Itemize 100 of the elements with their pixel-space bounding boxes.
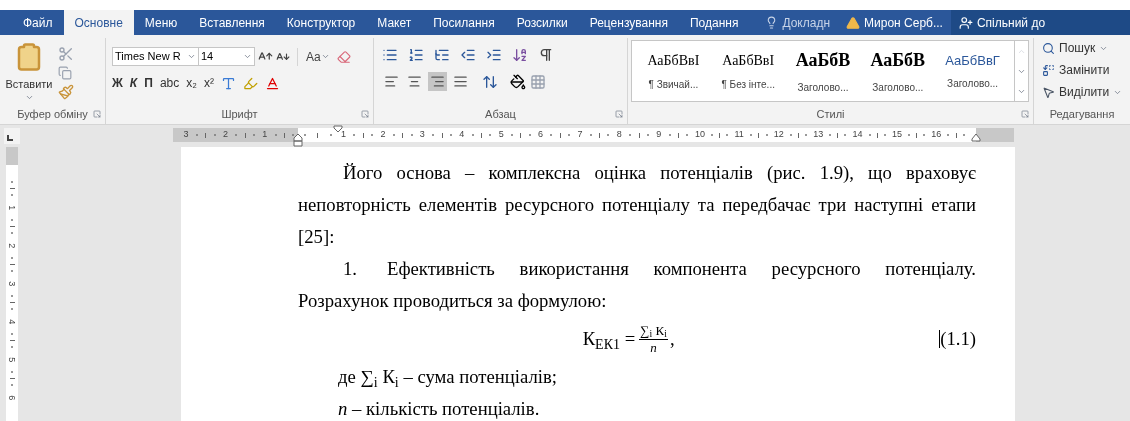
ruler-number: 3 [183, 128, 189, 142]
ribbon-tab[interactable]: Подання [678, 10, 750, 35]
pointer-icon [1042, 85, 1055, 99]
align-right-button[interactable] [428, 72, 447, 91]
ruler-number: 16 [931, 128, 942, 142]
ribbon-tab[interactable]: Конструктор [275, 10, 367, 35]
ribbon-tab[interactable]: Основне [63, 10, 134, 35]
formula-denominator: n [650, 339, 657, 356]
ribbon-tab[interactable]: Файл [12, 10, 64, 35]
format-button[interactable]: П [144, 74, 153, 92]
style-item[interactable]: АаБбВ Заголово... [860, 47, 936, 95]
right-indent-marker[interactable] [971, 133, 981, 142]
copy-icon[interactable] [58, 66, 72, 80]
multilevel-list-icon[interactable] [434, 47, 450, 63]
font-name-field[interactable]: Times New R [112, 47, 199, 66]
bullets-icon[interactable] [382, 47, 398, 63]
ruler-number: 1 [6, 205, 19, 211]
ruler-number: 12 [773, 128, 784, 142]
replace-icon [1042, 63, 1055, 77]
ribbon-tab[interactable]: Меню [133, 10, 189, 35]
tell-me-button[interactable]: Докладн [757, 10, 839, 35]
ruler-number: 4 [6, 319, 19, 325]
eraser-icon[interactable] [336, 49, 351, 64]
ruler-number: 9 [656, 128, 662, 142]
user-plus-icon [958, 15, 973, 30]
ruler-number: 15 [891, 128, 902, 142]
ribbon-tab[interactable]: Розсилки [505, 10, 579, 35]
group-label: Буфер обміну [17, 106, 88, 122]
definition-line: n – кількість потенціалів. [337, 397, 541, 421]
font-color-icon[interactable] [264, 75, 280, 91]
ruler-number: 1 [262, 128, 268, 142]
group-label: Редагування [1049, 106, 1115, 122]
style-item[interactable]: АаБбВвІ ¶ Без інте... [710, 50, 786, 92]
increase-indent-icon[interactable] [486, 47, 502, 63]
group-label: Шрифт [221, 106, 258, 122]
ruler-number: 6 [6, 395, 19, 401]
group-label: Абзац [485, 106, 516, 122]
ribbon-tab[interactable]: Посилання [422, 10, 506, 35]
search-icon [1042, 41, 1055, 55]
format-button[interactable]: К [129, 74, 138, 92]
ruler-number: 7 [577, 128, 583, 142]
left-indent-marker[interactable] [293, 133, 303, 147]
editing-button[interactable]: Пошук [1042, 39, 1123, 57]
font-size-field[interactable]: 14 [198, 47, 255, 66]
sort-icon[interactable] [512, 47, 528, 63]
equation-number: (1.1) [940, 327, 976, 351]
ruler-number: 4 [459, 128, 465, 142]
gallery-scrollbar[interactable] [1015, 40, 1029, 102]
ruler-corner-button[interactable] [4, 128, 20, 144]
ruler-number: 13 [813, 128, 824, 142]
paintbrush-icon[interactable] [58, 84, 74, 100]
numbering-icon[interactable] [408, 47, 424, 63]
ruler-number: 14 [852, 128, 863, 142]
ruler-number: 3 [419, 128, 425, 142]
editing-button[interactable]: Замінити [1042, 61, 1123, 79]
paste-button[interactable]: Вставити [4, 42, 54, 104]
dialog-launcher-icon[interactable] [93, 110, 101, 118]
share-button[interactable]: Спільний до [950, 10, 1130, 35]
line-spacing-icon[interactable] [482, 73, 498, 90]
style-item[interactable]: АаБбВвГ Заголово... [935, 50, 1010, 92]
ruler-number: 2 [6, 243, 19, 249]
pilcrow-icon[interactable] [538, 47, 554, 63]
format-button[interactable]: x₂ [186, 74, 197, 92]
style-item[interactable]: АаБбВ Заголово... [785, 47, 861, 95]
format-button[interactable]: x² [203, 74, 214, 92]
text-effects-icon[interactable] [220, 75, 236, 91]
ribbon-tab[interactable]: Макет [366, 10, 423, 35]
formula-punctuation: , [669, 327, 675, 351]
formula-numerator: ∑$_{i}$ К$_{i}$ [639, 322, 668, 340]
dialog-launcher-icon[interactable] [1021, 110, 1029, 118]
ruler-number: 6 [538, 128, 544, 142]
format-button[interactable]: Ж [112, 74, 123, 92]
decrease-indent-icon[interactable] [460, 47, 476, 63]
ruler-number: 8 [616, 128, 622, 142]
ruler-number: 3 [6, 281, 19, 287]
body-paragraph: Його основа – комплексна оцінка потенціалів (рис. 1.9), що враховує неповторність елементів ресурсного потенціалу та передбачає три наступні етапи [25]: [298, 161, 976, 249]
ruler-number: 11 [734, 128, 744, 142]
change-case-button[interactable]: Aa [297, 47, 334, 66]
editing-button[interactable]: Виділити [1042, 83, 1123, 101]
ruler-number: 2 [380, 128, 386, 142]
caret-icon [320, 52, 330, 61]
warning-icon [846, 15, 861, 30]
dialog-launcher-icon[interactable] [615, 110, 623, 118]
ruler-number: 2 [222, 128, 228, 142]
ruler-number: 5 [498, 128, 504, 142]
dialog-launcher-icon[interactable] [361, 110, 369, 118]
ribbon-tab[interactable]: Рецензування [578, 10, 679, 35]
shading-icon[interactable] [510, 73, 526, 90]
format-button[interactable]: abc [159, 74, 180, 92]
ruler-number: 1 [341, 128, 347, 142]
user-name[interactable]: Мирон Серб... [864, 13, 943, 32]
ruler-number: 5 [6, 357, 19, 363]
style-item[interactable]: АаБбВвІ ¶ Звичай... [636, 50, 711, 92]
ribbon-tab[interactable]: Вставлення [188, 10, 276, 35]
caret-icon [187, 52, 196, 61]
caret-icon [243, 52, 252, 61]
ruler-margin [6, 147, 18, 165]
definition-line: де ∑$_{i}$ К$_{i}$ – сума потенціалів; [337, 365, 558, 392]
vertical-ruler[interactable]: 1 2 3 4 5 6 [6, 147, 18, 421]
scissors-icon[interactable] [58, 46, 74, 62]
